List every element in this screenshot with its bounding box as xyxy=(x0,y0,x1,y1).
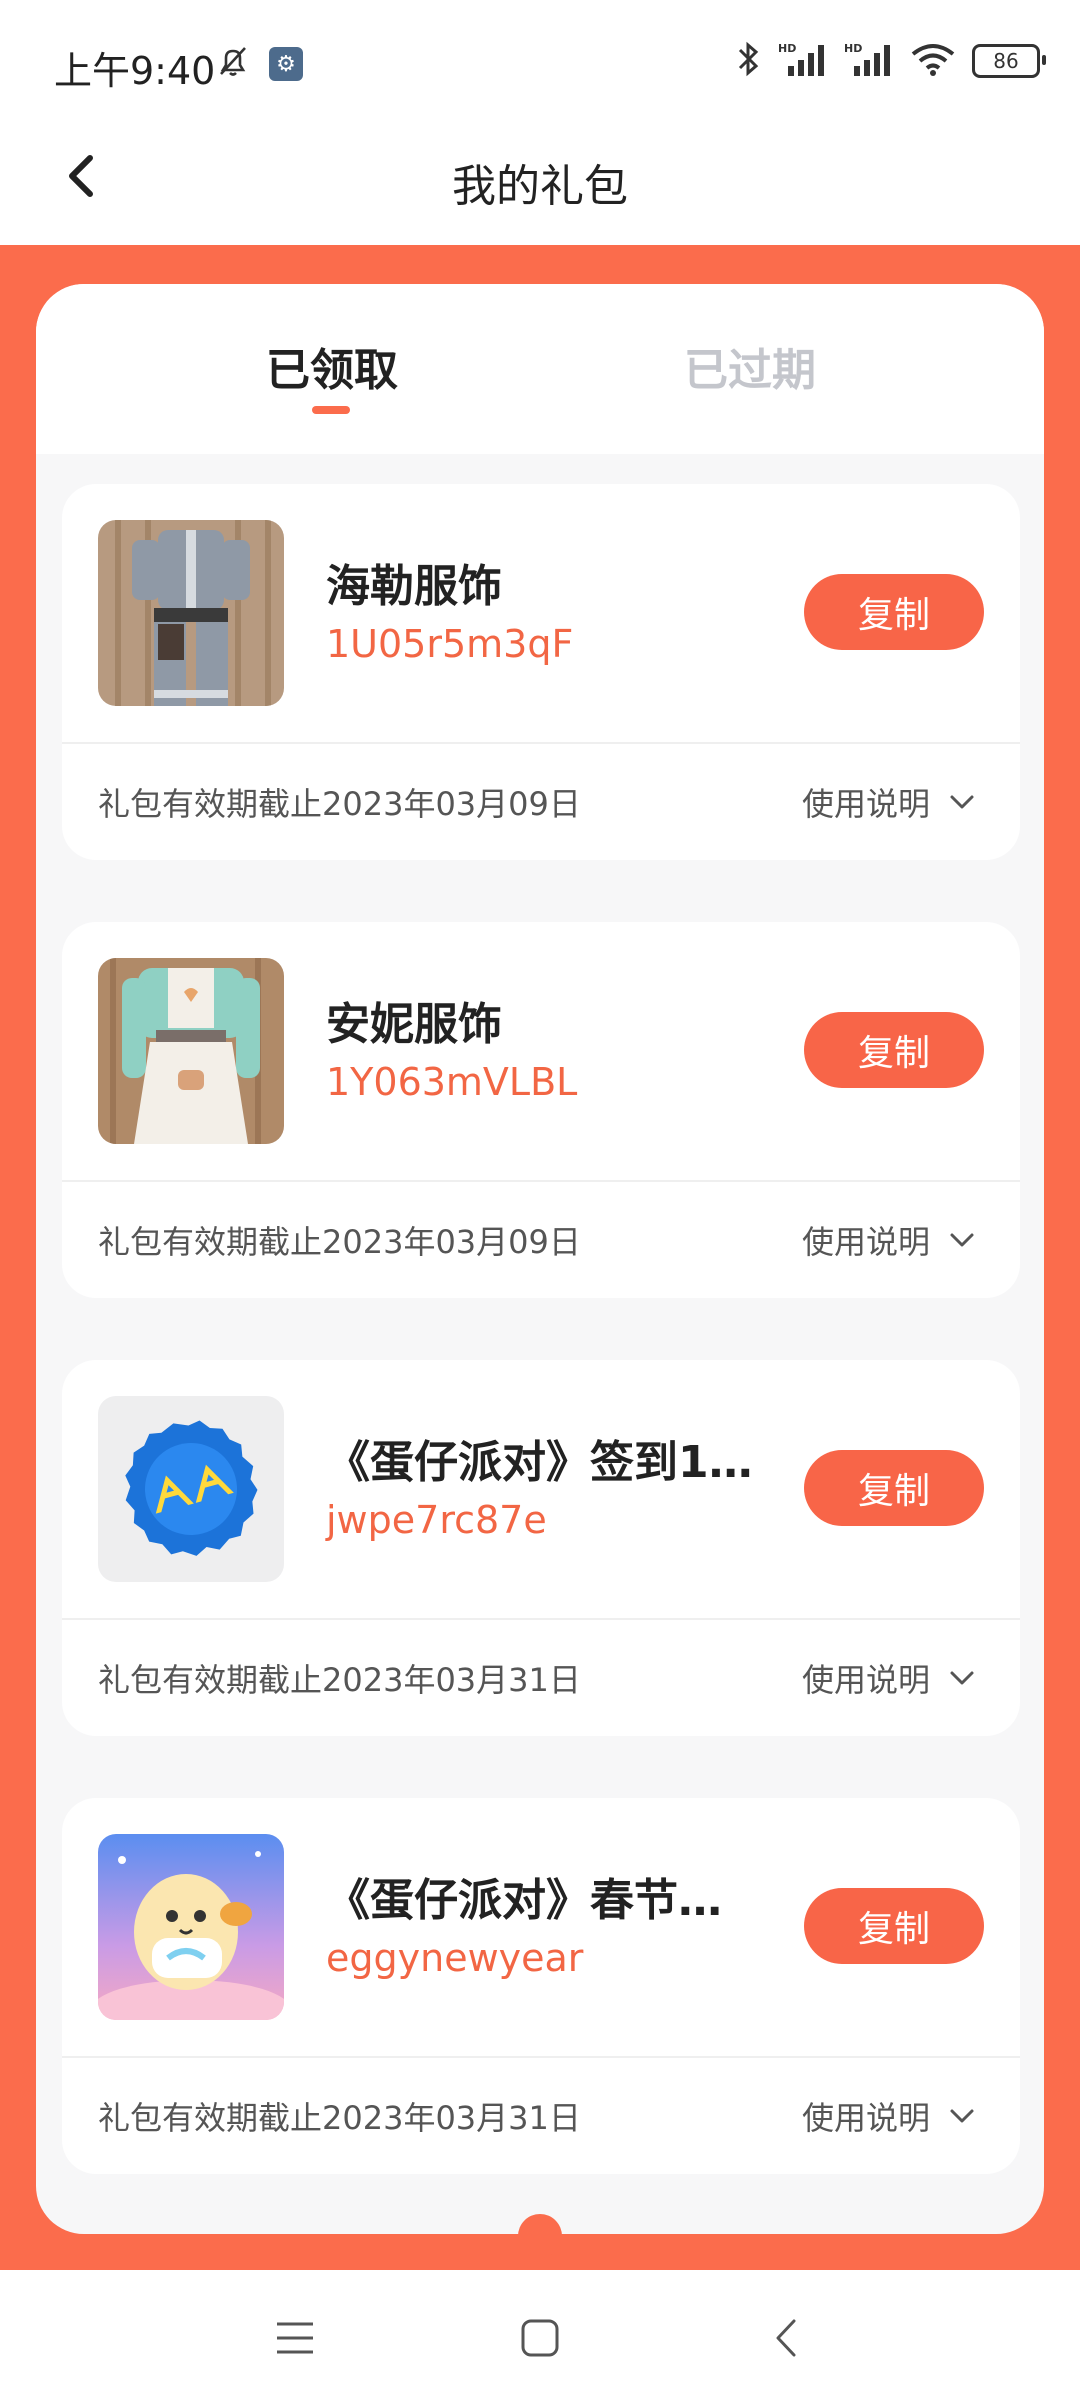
menu-button[interactable] xyxy=(265,2310,325,2370)
back-triangle-icon xyxy=(770,2317,800,2363)
page-title: 我的礼包 xyxy=(452,161,628,212)
gift-name: 《蛋仔派对》春节礼包 xyxy=(326,1875,756,1926)
usage-instructions-link[interactable]: 使用说明 xyxy=(802,2093,930,2139)
svg-text:HD: HD xyxy=(778,42,796,55)
copy-button[interactable]: 复制 xyxy=(804,1450,984,1526)
chevron-down-icon[interactable] xyxy=(948,1664,976,1692)
system-nav-bar xyxy=(0,2270,1080,2400)
home-button[interactable] xyxy=(510,2310,570,2370)
signal-hd-icon: HD xyxy=(844,40,894,82)
chevron-down-icon[interactable] xyxy=(948,788,976,816)
bluetooth-icon xyxy=(736,40,762,82)
gift-code: jwpe7rc87e xyxy=(326,1498,547,1542)
gift-code: 1U05r5m3qF xyxy=(326,622,574,666)
gift-panel: 已领取 已过期 海勒服饰 1U05r5m3qF 复制 礼包有效期截止2023年0… xyxy=(36,284,1044,2234)
wifi-icon xyxy=(910,40,956,82)
header: 我的礼包 xyxy=(0,110,1080,245)
mute-bell-icon xyxy=(215,44,251,84)
system-back-button[interactable] xyxy=(755,2310,815,2370)
chevron-down-icon[interactable] xyxy=(948,2102,976,2130)
expiry-text: 礼包有效期截止2023年03月31日 xyxy=(98,2099,581,2137)
menu-icon xyxy=(274,2319,316,2361)
status-time: 上午9:40 xyxy=(54,49,216,93)
expiry-text: 礼包有效期截止2023年03月31日 xyxy=(98,1661,581,1699)
home-square-icon xyxy=(520,2318,560,2362)
chevron-down-icon[interactable] xyxy=(948,1226,976,1254)
usage-instructions-link[interactable]: 使用说明 xyxy=(802,1655,930,1701)
active-tab-indicator xyxy=(312,406,350,414)
gift-name: 安妮服饰 xyxy=(326,999,502,1050)
expiry-text: 礼包有效期截止2023年03月09日 xyxy=(98,1223,581,1261)
gift-card: 《蛋仔派对》春节礼包 eggynewyear 复制 礼包有效期截止2023年03… xyxy=(62,1798,1020,2174)
copy-button[interactable]: 复制 xyxy=(804,1888,984,1964)
scroll-indicator-dot xyxy=(518,2214,562,2258)
signal-hd-icon: HD xyxy=(778,40,828,82)
battery-icon: 86 xyxy=(972,44,1046,78)
gift-code: eggynewyear xyxy=(326,1936,584,1980)
gift-card: 安妮服饰 1Y063mVLBL 复制 礼包有效期截止2023年03月09日 使用… xyxy=(62,922,1020,1298)
svg-text:HD: HD xyxy=(844,42,862,55)
divider xyxy=(62,1618,1020,1620)
tab-bar: 已领取 已过期 xyxy=(36,284,1044,454)
usage-instructions-link[interactable]: 使用说明 xyxy=(802,1217,930,1263)
gift-name: 海勒服饰 xyxy=(326,561,502,612)
outfit-mint-dress-image xyxy=(98,958,284,1144)
gift-name: 《蛋仔派对》签到1... xyxy=(326,1437,756,1488)
settings-gear-icon: ⚙ xyxy=(269,47,303,81)
gift-card: 海勒服饰 1U05r5m3qF 复制 礼包有效期截止2023年03月09日 使用… xyxy=(62,484,1020,860)
tab-expired[interactable]: 已过期 xyxy=(684,334,816,398)
divider xyxy=(62,742,1020,744)
copy-button[interactable]: 复制 xyxy=(804,574,984,650)
battery-level: 86 xyxy=(993,49,1019,73)
gift-code: 1Y063mVLBL xyxy=(326,1060,578,1104)
divider xyxy=(62,1180,1020,1182)
expiry-text: 礼包有效期截止2023年03月09日 xyxy=(98,785,581,823)
usage-instructions-link[interactable]: 使用说明 xyxy=(802,779,930,825)
gift-card: ᗅᗅ 《蛋仔派对》签到1... jwpe7rc87e 复制 礼包有效期截止202… xyxy=(62,1360,1020,1736)
blue-bottle-cap-image: ᗅᗅ xyxy=(98,1396,284,1582)
tab-claimed[interactable]: 已领取 xyxy=(266,334,398,398)
divider xyxy=(62,2056,1020,2058)
copy-button[interactable]: 复制 xyxy=(804,1012,984,1088)
eggy-character-image xyxy=(98,1834,284,2020)
outfit-grey-image xyxy=(98,520,284,706)
